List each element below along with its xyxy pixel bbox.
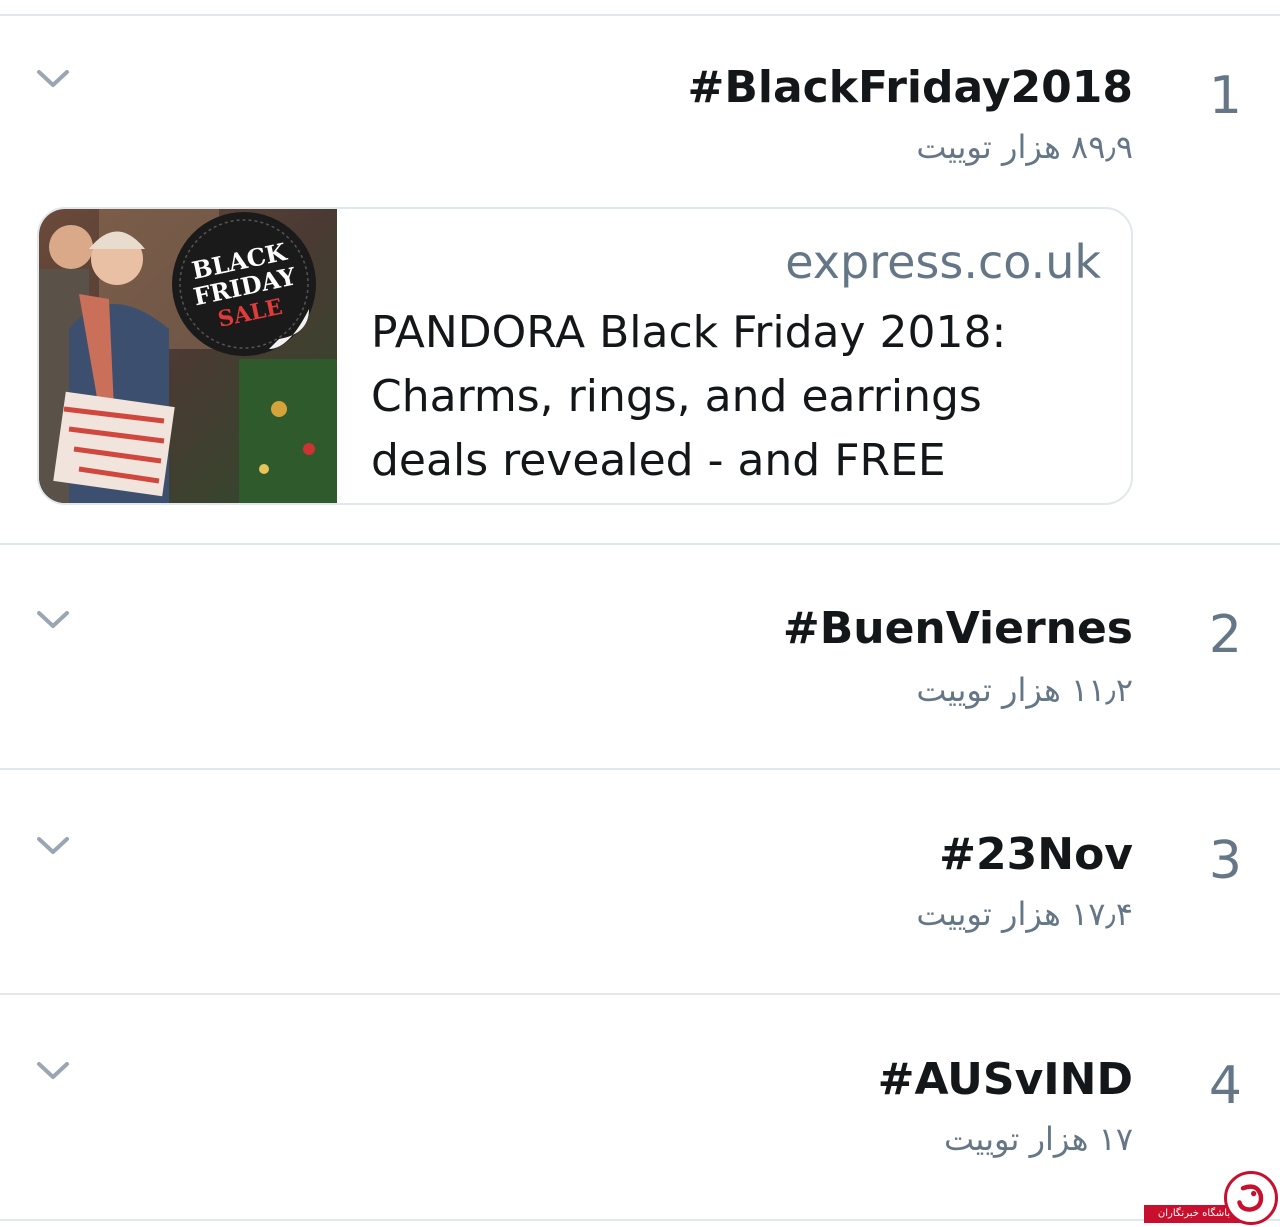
tweet-count: ۱۷ هزار توییت: [943, 1120, 1133, 1158]
trend-rank: 4: [1208, 1056, 1242, 1116]
trend-hashtag[interactable]: #BlackFriday2018: [687, 62, 1133, 113]
tweet-count: ۸۹٫۹ هزار توییت: [916, 128, 1133, 166]
card-thumbnail-image: BLACK FRIDAY SALE: [39, 209, 337, 503]
watermark-logo: باشگاه خبرنگاران: [1140, 1167, 1280, 1227]
divider: [0, 993, 1280, 995]
chevron-down-icon[interactable]: [36, 835, 70, 857]
trend-rank: 1: [1208, 66, 1242, 126]
tweet-count: ۱۱٫۲ هزار توییت: [916, 671, 1133, 709]
chevron-down-icon[interactable]: [36, 1060, 70, 1082]
link-preview-card[interactable]: BLACK FRIDAY SALE express.co.uk PANDORA …: [37, 207, 1133, 505]
news-club-logo-icon: [1224, 1171, 1278, 1225]
trend-item-2[interactable]: #BuenViernes 2 ۱۱٫۲ هزار توییت: [0, 603, 1280, 763]
trend-rank: 3: [1208, 831, 1242, 891]
divider: [0, 1219, 1280, 1221]
trend-hashtag[interactable]: #BuenViernes: [783, 603, 1133, 654]
trend-rank: 2: [1208, 605, 1242, 665]
chevron-down-icon[interactable]: [36, 609, 70, 631]
divider: [0, 768, 1280, 770]
trend-hashtag[interactable]: #23Nov: [939, 829, 1133, 880]
card-domain[interactable]: express.co.uk: [785, 235, 1101, 289]
divider: [0, 543, 1280, 545]
tweet-count: ۱۷٫۴ هزار توییت: [916, 895, 1133, 933]
card-title[interactable]: PANDORA Black Friday 2018: Charms, rings…: [371, 301, 1111, 503]
divider: [0, 14, 1280, 16]
chevron-down-icon[interactable]: [36, 68, 70, 90]
trend-item-4[interactable]: #AUSvIND 4 ۱۷ هزار توییت: [0, 1054, 1280, 1214]
trends-page: #BlackFriday2018 1 ۸۹٫۹ هزار توییت BLACK…: [0, 0, 1280, 1227]
trend-hashtag[interactable]: #AUSvIND: [878, 1054, 1133, 1105]
trend-item-3[interactable]: #23Nov 3 ۱۷٫۴ هزار توییت: [0, 829, 1280, 989]
